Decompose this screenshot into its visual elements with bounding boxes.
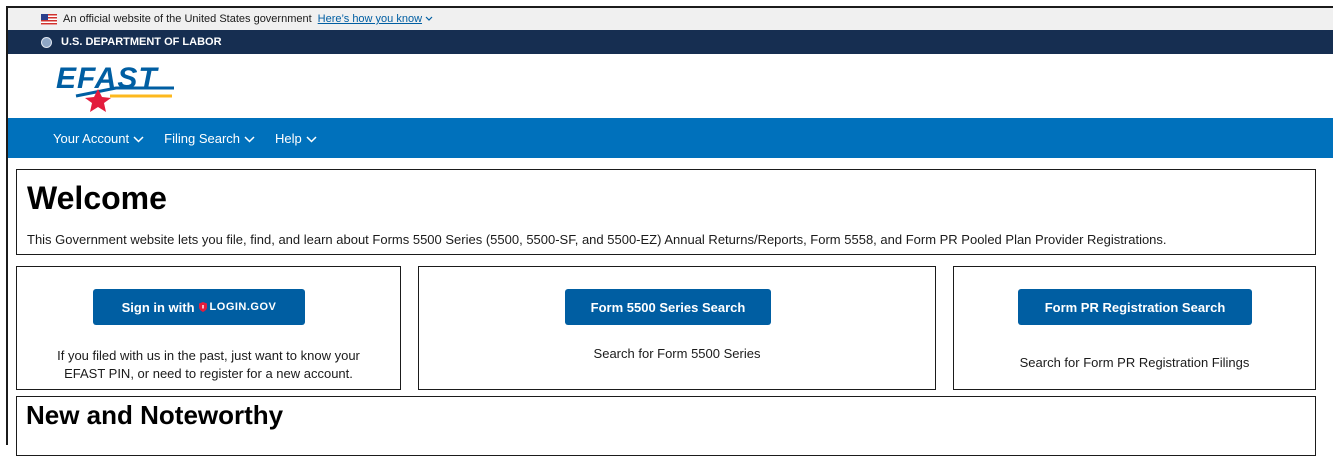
nav-your-account-label: Your Account	[53, 130, 130, 146]
agency-name[interactable]: U.S. DEPARTMENT OF LABOR	[61, 36, 222, 48]
form-5500-series-search-button[interactable]: Form 5500 Series Search	[565, 289, 771, 325]
nav-help-label: Help	[275, 130, 302, 146]
agency-bar: U.S. DEPARTMENT OF LABOR	[8, 30, 1333, 54]
chevron-down-icon[interactable]	[425, 14, 433, 24]
chevron-down-icon	[306, 131, 317, 146]
dol-seal-icon	[41, 36, 52, 48]
gov-banner: An official website of the United States…	[8, 8, 1333, 30]
login-gov-text: LOGIN.GOV	[209, 301, 277, 313]
news-title: New and Noteworthy	[26, 400, 284, 430]
heres-how-you-know-link[interactable]: Here’s how you know	[318, 13, 422, 25]
nav-your-account[interactable]: Your Account	[53, 131, 154, 146]
sign-in-login-gov-button[interactable]: Sign in with LOGIN.GOV	[93, 289, 305, 325]
formpr-search-card: Form PR Registration Search Search for F…	[953, 266, 1316, 390]
form-pr-registration-search-button[interactable]: Form PR Registration Search	[1018, 289, 1252, 325]
nav-filing-search[interactable]: Filing Search	[154, 131, 265, 146]
login-card-line1: If you filed with us in the past, just w…	[57, 348, 360, 363]
form5500-card-description: Search for Form 5500 Series	[593, 346, 761, 361]
login-card: Sign in with LOGIN.GOV If you filed with…	[16, 266, 401, 390]
main-nav: Your Account Filing Search Help	[8, 118, 1333, 158]
login-card-line2: EFAST PIN, or need to register for a new…	[64, 366, 353, 381]
welcome-section: Welcome This Government website lets you…	[16, 169, 1316, 255]
welcome-description: This Government website lets you file, f…	[27, 232, 1167, 247]
chevron-down-icon	[133, 131, 144, 146]
nav-filing-search-label: Filing Search	[164, 130, 241, 146]
gov-banner-text: An official website of the United States…	[63, 13, 312, 25]
sign-in-label: Sign in with	[121, 299, 195, 315]
login-gov-brand: LOGIN.GOV	[198, 301, 277, 313]
nav-help[interactable]: Help	[265, 131, 327, 146]
header-logo-area: EFAST	[8, 54, 1333, 118]
chevron-down-icon	[244, 131, 255, 146]
news-section: New and Noteworthy	[16, 396, 1316, 456]
login-card-description: If you filed with us in the past, just w…	[17, 347, 400, 383]
form5500-search-card: Form 5500 Series Search Search for Form …	[418, 266, 936, 390]
shield-icon	[198, 302, 207, 312]
us-flag-icon	[41, 13, 57, 25]
welcome-title: Welcome	[27, 180, 167, 216]
efast-logo[interactable]: EFAST	[54, 58, 194, 114]
formpr-card-description: Search for Form PR Registration Filings	[1019, 355, 1250, 370]
